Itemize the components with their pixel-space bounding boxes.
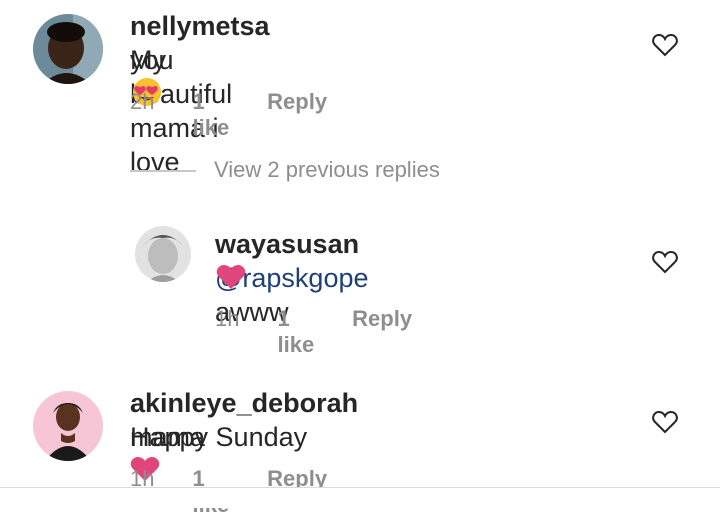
- like-heart-icon[interactable]: [652, 33, 678, 57]
- like-heart-icon[interactable]: [652, 250, 678, 274]
- timestamp: 2h: [130, 89, 155, 114]
- avatar[interactable]: [135, 226, 191, 282]
- view-previous-replies[interactable]: View 2 previous replies: [214, 157, 440, 183]
- username[interactable]: nellymetsa: [130, 11, 270, 41]
- comment-meta: 2h 1 like Reply: [130, 89, 365, 141]
- comment-input-bar: [0, 488, 720, 508]
- comment-body-cont: you: [130, 45, 174, 75]
- timestamp: 1h: [215, 306, 240, 331]
- reply-meta: 1h 1 like Reply: [215, 306, 450, 358]
- avatar[interactable]: [33, 14, 103, 84]
- likes-count[interactable]: 1 like: [277, 306, 314, 358]
- like-heart-icon[interactable]: [652, 410, 678, 434]
- likes-count[interactable]: 1 like: [192, 89, 229, 141]
- reply-button[interactable]: Reply: [352, 306, 412, 358]
- avatar[interactable]: [33, 391, 103, 461]
- replies-divider: [130, 170, 196, 172]
- pink-heart-emoji-icon: [216, 264, 246, 295]
- username[interactable]: wayasusan: [215, 229, 359, 259]
- username[interactable]: akinleye_deborah: [130, 388, 358, 418]
- reply-button[interactable]: Reply: [267, 89, 327, 141]
- comment-body-cont: mama: [130, 422, 206, 452]
